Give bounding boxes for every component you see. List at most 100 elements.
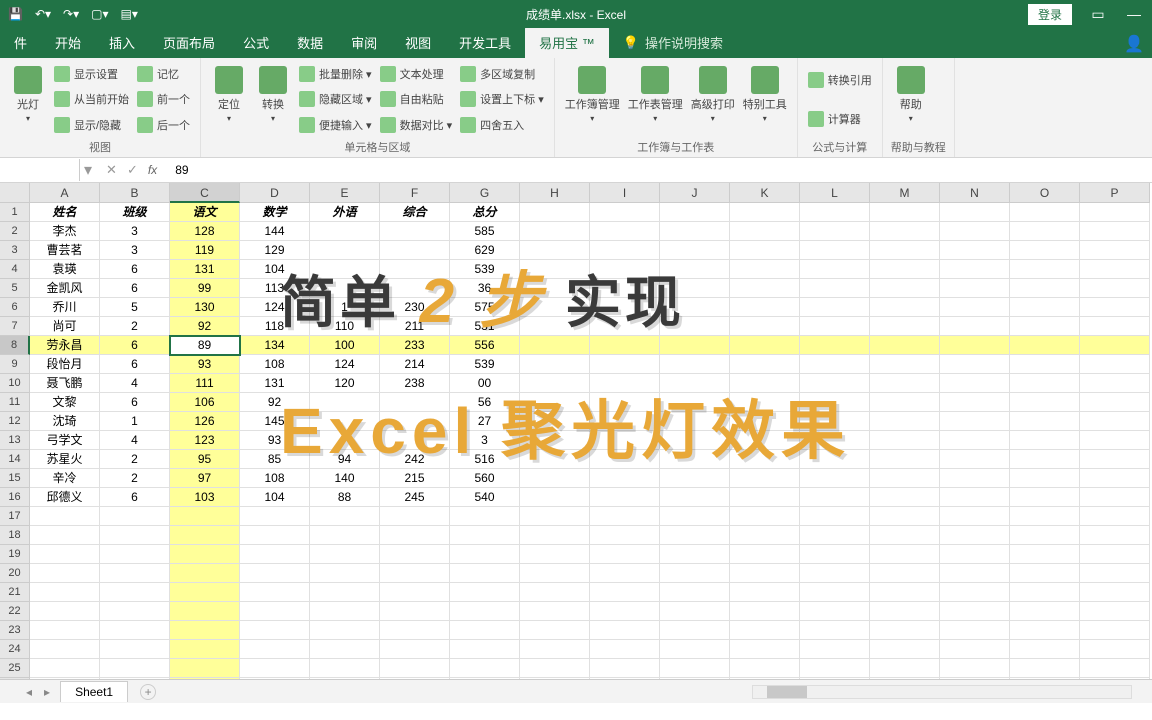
cell[interactable]: 93 xyxy=(170,355,240,374)
cell[interactable] xyxy=(520,355,590,374)
cell[interactable] xyxy=(380,412,450,431)
ribbon-tab[interactable]: 插入 xyxy=(95,27,149,58)
cell[interactable]: 语文 xyxy=(170,203,240,222)
cell[interactable] xyxy=(30,640,100,659)
cell[interactable] xyxy=(590,469,660,488)
cell[interactable]: 95 xyxy=(170,450,240,469)
cell[interactable]: 乔川 xyxy=(30,298,100,317)
cell[interactable] xyxy=(1010,222,1080,241)
cell[interactable]: 245 xyxy=(380,488,450,507)
cell[interactable] xyxy=(520,526,590,545)
cell[interactable] xyxy=(730,621,800,640)
cell[interactable] xyxy=(660,488,730,507)
cell[interactable] xyxy=(800,374,870,393)
cell[interactable] xyxy=(940,450,1010,469)
cell[interactable] xyxy=(1080,450,1150,469)
fx-icon[interactable]: fx xyxy=(148,163,157,177)
row-header[interactable]: 1 xyxy=(0,203,30,222)
cell[interactable] xyxy=(310,279,380,298)
cell[interactable] xyxy=(660,507,730,526)
cell[interactable] xyxy=(520,564,590,583)
ribbon-tab[interactable]: 数据 xyxy=(283,27,337,58)
cell[interactable] xyxy=(800,602,870,621)
cell[interactable]: 2 xyxy=(100,469,170,488)
cell[interactable] xyxy=(940,488,1010,507)
ribbon-button[interactable]: 后一个 xyxy=(135,116,192,134)
cell[interactable]: 6 xyxy=(100,260,170,279)
minimize-icon[interactable]: — xyxy=(1116,6,1152,22)
cell[interactable] xyxy=(590,336,660,355)
cell[interactable] xyxy=(730,260,800,279)
cell[interactable] xyxy=(1080,583,1150,602)
cell[interactable] xyxy=(310,507,380,526)
cell[interactable] xyxy=(660,355,730,374)
cell[interactable] xyxy=(870,507,940,526)
cell[interactable]: 131 xyxy=(170,260,240,279)
cell[interactable] xyxy=(800,621,870,640)
cell[interactable] xyxy=(730,279,800,298)
cell[interactable] xyxy=(730,203,800,222)
cell[interactable] xyxy=(660,222,730,241)
cell[interactable] xyxy=(800,260,870,279)
cell[interactable] xyxy=(870,583,940,602)
cell[interactable] xyxy=(100,564,170,583)
cell[interactable] xyxy=(240,659,310,678)
avatar-icon[interactable]: 👤 xyxy=(1124,34,1144,54)
cell[interactable] xyxy=(100,621,170,640)
cell[interactable] xyxy=(310,640,380,659)
cell[interactable] xyxy=(1080,621,1150,640)
cell[interactable] xyxy=(730,469,800,488)
cell[interactable] xyxy=(450,507,520,526)
cell[interactable] xyxy=(1080,526,1150,545)
cell[interactable] xyxy=(1080,431,1150,450)
save-icon[interactable]: 💾 xyxy=(8,7,23,21)
cell[interactable] xyxy=(310,526,380,545)
cell[interactable] xyxy=(660,640,730,659)
cell[interactable] xyxy=(170,621,240,640)
cell[interactable] xyxy=(870,279,940,298)
cell[interactable] xyxy=(660,659,730,678)
ribbon-button[interactable]: 工作表管理▾ xyxy=(626,62,685,137)
ribbon-button[interactable]: 光灯▾ xyxy=(8,62,48,137)
undo-icon[interactable]: ↶▾ xyxy=(35,7,51,21)
cell[interactable]: 2 xyxy=(100,317,170,336)
cell[interactable] xyxy=(870,564,940,583)
sheet-nav-next-icon[interactable]: ▸ xyxy=(38,685,56,699)
cell[interactable] xyxy=(520,241,590,260)
cell[interactable] xyxy=(730,412,800,431)
cell[interactable] xyxy=(590,355,660,374)
cell[interactable]: 99 xyxy=(170,279,240,298)
cell[interactable] xyxy=(1080,203,1150,222)
cell[interactable] xyxy=(30,621,100,640)
cell[interactable] xyxy=(520,317,590,336)
cell[interactable] xyxy=(1080,355,1150,374)
cell[interactable] xyxy=(1010,241,1080,260)
cell[interactable] xyxy=(240,621,310,640)
ribbon-tab[interactable]: 易用宝 ™ xyxy=(525,27,609,58)
row-header[interactable]: 4 xyxy=(0,260,30,279)
cell[interactable]: 103 xyxy=(170,488,240,507)
column-header[interactable]: B xyxy=(100,183,170,203)
ribbon-button[interactable]: 数据对比 ▾ xyxy=(378,116,455,134)
cell[interactable]: 124 xyxy=(310,355,380,374)
cell[interactable]: 弓学文 xyxy=(30,431,100,450)
cell[interactable]: 104 xyxy=(240,488,310,507)
cell[interactable]: 531 xyxy=(450,317,520,336)
ribbon-button[interactable]: 便捷输入 ▾ xyxy=(297,116,374,134)
cell[interactable] xyxy=(380,526,450,545)
cell[interactable] xyxy=(590,279,660,298)
cell[interactable] xyxy=(590,450,660,469)
ribbon-tab[interactable]: 件 xyxy=(0,27,41,58)
ribbon-button[interactable]: 多区域复制 xyxy=(458,65,546,83)
cell[interactable] xyxy=(520,393,590,412)
cell[interactable] xyxy=(1080,393,1150,412)
cell[interactable] xyxy=(870,317,940,336)
cell[interactable] xyxy=(1080,488,1150,507)
cell[interactable] xyxy=(310,564,380,583)
cell[interactable] xyxy=(800,450,870,469)
cell[interactable]: 111 xyxy=(170,374,240,393)
ribbon-button[interactable]: 从当前开始 xyxy=(52,90,131,108)
column-header[interactable]: D xyxy=(240,183,310,203)
cell[interactable] xyxy=(870,450,940,469)
row-header[interactable]: 2 xyxy=(0,222,30,241)
